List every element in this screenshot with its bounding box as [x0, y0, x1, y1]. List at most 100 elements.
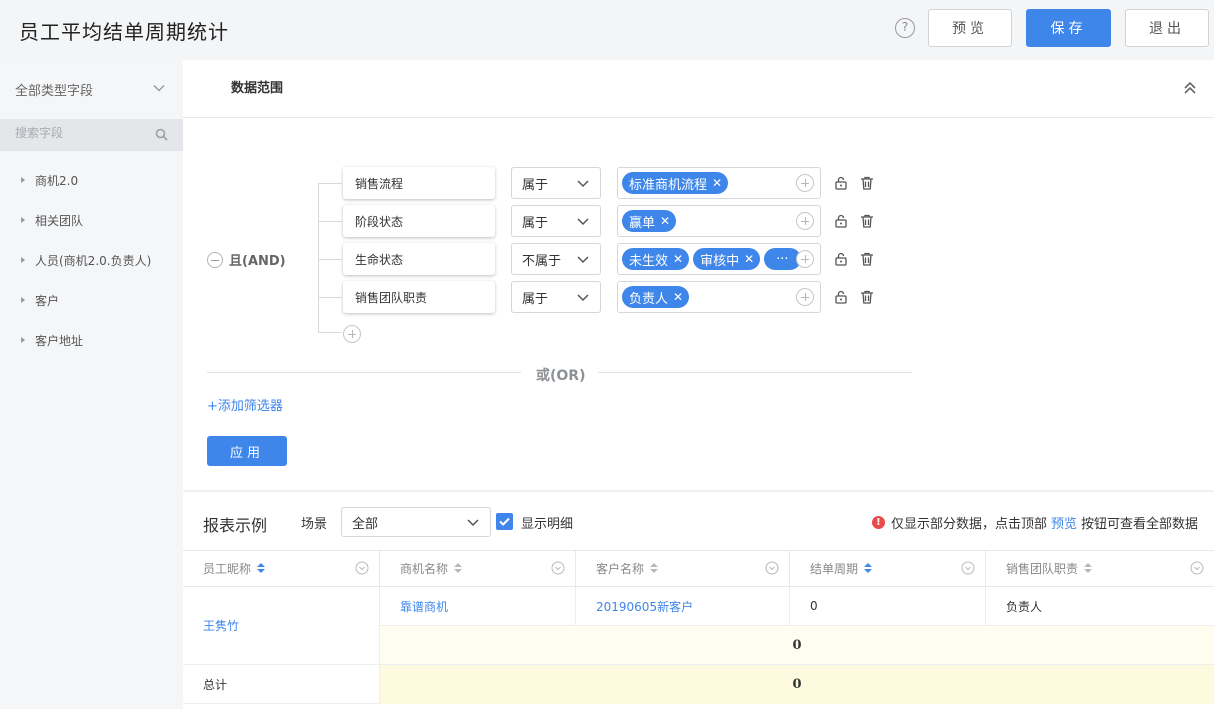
column-header-customer[interactable]: 客户名称 [576, 550, 790, 587]
filter-value-box[interactable]: 负责人 ✕ [617, 281, 821, 313]
unlock-icon[interactable] [833, 251, 849, 267]
remove-tag-icon[interactable]: ✕ [673, 290, 683, 304]
unlock-icon[interactable] [833, 289, 849, 305]
trash-icon[interactable] [859, 289, 875, 305]
show-detail-label: 显示明细 [521, 517, 574, 532]
operator-value: 属于 [522, 291, 549, 307]
cell-team-role: 负责人 [986, 587, 1214, 626]
preview-button[interactable]: 预览 [928, 9, 1012, 47]
cell-employee[interactable]: 王隽竹 [183, 587, 380, 665]
cell-opportunity[interactable]: 靠谱商机 [380, 587, 576, 626]
column-header-cycle[interactable]: 结单周期 [790, 550, 986, 587]
tree-item-label: 人员(商机2.0.负责人) [35, 253, 152, 268]
unlock-icon[interactable] [833, 213, 849, 229]
cell-cycle: 0 [790, 587, 986, 626]
show-detail-checkbox[interactable] [496, 513, 513, 530]
add-condition-icon[interactable] [343, 325, 361, 343]
column-header-label: 结单周期 [810, 562, 859, 576]
field-type-dropdown[interactable]: 全部类型字段 [15, 80, 170, 99]
minus-circle-icon[interactable] [207, 251, 223, 268]
remove-tag-icon[interactable]: ✕ [744, 252, 754, 266]
help-icon[interactable]: ? [895, 18, 915, 38]
tree-item-opportunity[interactable]: 商机2.0 [0, 160, 183, 200]
column-header-label: 销售团队职责 [1006, 562, 1079, 576]
tree-item-customer-address[interactable]: 客户地址 [0, 320, 183, 360]
filter-operator-select[interactable]: 不属于 [511, 243, 601, 275]
cell-customer[interactable]: 20190605新客户 [576, 587, 790, 626]
notice-text-after: 按钮可查看全部数据 [1080, 517, 1198, 532]
operator-value: 不属于 [522, 253, 562, 269]
column-menu-icon[interactable] [1190, 561, 1204, 575]
bracket-connector [318, 332, 342, 333]
add-value-icon[interactable] [796, 174, 814, 192]
sort-icon[interactable] [1084, 563, 1093, 574]
remove-tag-icon[interactable]: ✕ [712, 176, 722, 190]
filter-value-box[interactable]: 赢单 ✕ [617, 205, 821, 237]
filter-field-life-status[interactable]: 生命状态 [343, 243, 495, 275]
tree-item-customer[interactable]: 客户 [0, 280, 183, 320]
column-menu-icon[interactable] [551, 561, 565, 575]
column-header-opportunity[interactable]: 商机名称 [380, 550, 576, 587]
filter-field-team-role[interactable]: 销售团队职责 [343, 281, 495, 313]
collapse-up-icon[interactable] [1182, 80, 1198, 96]
bracket-connector [318, 259, 342, 260]
column-menu-icon[interactable] [961, 561, 975, 575]
column-header-employee[interactable]: 员工昵称 [183, 550, 380, 587]
filter-operator-select[interactable]: 属于 [511, 281, 601, 313]
add-value-icon[interactable] [796, 250, 814, 268]
top-header: 员工平均结单周期统计 ? 预览 保存 退出 [0, 0, 1214, 60]
trash-icon[interactable] [859, 175, 875, 191]
tree-item-label: 客户 [35, 293, 60, 308]
sort-icon[interactable] [257, 563, 266, 574]
sort-icon[interactable] [454, 563, 463, 574]
total-row: 0 [380, 665, 1214, 704]
value-tag: 标准商机流程 ✕ [622, 172, 729, 194]
bracket-connector [318, 221, 342, 222]
field-tree: 商机2.0 相关团队 人员(商机2.0.负责人) 客户 客户地址 [0, 160, 183, 360]
field-search-input[interactable] [15, 126, 145, 140]
operator-value: 属于 [522, 177, 549, 193]
filter-value-box[interactable]: 标准商机流程 ✕ [617, 167, 821, 199]
add-value-icon[interactable] [796, 212, 814, 230]
filter-operator-select[interactable]: 属于 [511, 205, 601, 237]
caret-right-icon [21, 177, 25, 183]
filter-operator-select[interactable]: 属于 [511, 167, 601, 199]
tree-item-owner-person[interactable]: 人员(商机2.0.负责人) [0, 240, 183, 280]
add-value-icon[interactable] [796, 288, 814, 306]
notice-preview-link[interactable]: 预览 [1051, 513, 1077, 532]
scene-select[interactable]: 全部 [341, 507, 491, 537]
page-title: 员工平均结单周期统计 [19, 20, 229, 44]
or-divider-left [207, 372, 521, 373]
or-label: 或(OR) [536, 368, 586, 384]
bracket-connector [318, 183, 342, 184]
apply-button[interactable]: 应用 [207, 436, 287, 466]
filter-field-sales-process[interactable]: 销售流程 [343, 167, 495, 199]
add-filter-link[interactable]: +添加筛选器 [207, 395, 283, 414]
total-label: 总计 [183, 665, 380, 704]
column-menu-icon[interactable] [765, 561, 779, 575]
or-divider-right [598, 372, 912, 373]
trash-icon[interactable] [859, 213, 875, 229]
chevron-down-icon [467, 519, 479, 527]
column-header-team-role[interactable]: 销售团队职责 [986, 550, 1214, 587]
filter-field-stage-status[interactable]: 阶段状态 [343, 205, 495, 237]
trash-icon[interactable] [859, 251, 875, 267]
group-bracket [318, 183, 319, 332]
filter-value-box[interactable]: 未生效 ✕ 审核中 ✕ ··· [617, 243, 821, 275]
section-divider [183, 490, 1214, 492]
unlock-icon[interactable] [833, 175, 849, 191]
field-type-label: 全部类型字段 [15, 84, 94, 99]
remove-tag-icon[interactable]: ✕ [660, 214, 670, 228]
search-icon[interactable] [155, 128, 168, 141]
column-menu-icon[interactable] [355, 561, 369, 575]
sort-icon[interactable] [650, 563, 659, 574]
exit-button[interactable]: 退出 [1125, 9, 1209, 47]
chevron-down-icon [577, 256, 589, 264]
and-label: 且(AND) [229, 254, 286, 269]
tag-label: 赢单 [629, 215, 656, 231]
tree-item-related-team[interactable]: 相关团队 [0, 200, 183, 240]
remove-tag-icon[interactable]: ✕ [673, 252, 683, 266]
sort-icon[interactable] [864, 563, 873, 574]
save-button[interactable]: 保存 [1026, 9, 1111, 47]
and-group-toggle[interactable]: 且(AND) [207, 250, 286, 269]
